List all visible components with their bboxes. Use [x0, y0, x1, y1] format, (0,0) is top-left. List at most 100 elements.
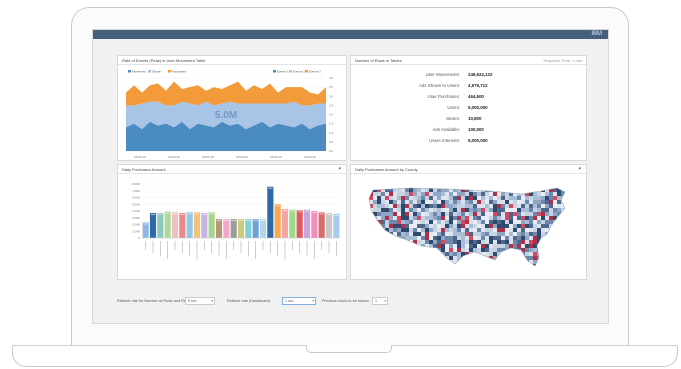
county-cell — [397, 196, 402, 201]
county-cell — [409, 196, 414, 201]
county-cell — [481, 196, 486, 201]
county-cell — [521, 224, 526, 229]
county-cell — [445, 248, 450, 253]
county-cell — [369, 252, 370, 257]
county-cell — [481, 244, 486, 249]
county-cell — [517, 224, 522, 229]
us-county-map[interactable] — [351, 174, 586, 280]
county-cell — [497, 268, 501, 272]
refresh-rows-select[interactable]: 5 sec ▾ — [185, 297, 215, 305]
county-cell — [497, 200, 502, 205]
y-tick-label: 2.5 — [329, 103, 334, 107]
county-cell — [445, 220, 450, 225]
county-cell — [413, 224, 418, 229]
county-cell — [417, 192, 422, 197]
county-cell — [557, 192, 562, 197]
county-cell — [369, 232, 374, 237]
county-cell — [501, 216, 506, 221]
stat-value: 10,800 — [468, 116, 482, 121]
county-cell — [565, 256, 569, 260]
county-cell — [469, 204, 474, 209]
previous-hours-select[interactable]: 1 ▾ — [372, 297, 388, 305]
county-cell — [441, 200, 446, 205]
panel-menu-icon[interactable]: ▾ — [338, 166, 341, 172]
county-cell — [405, 232, 410, 237]
county-cell — [437, 232, 442, 237]
y-tick-label: 0.0 — [329, 149, 334, 153]
county-cell — [485, 208, 490, 213]
county-cell — [389, 252, 394, 257]
county-cell — [461, 248, 466, 253]
county-cell — [385, 252, 390, 257]
county-cell — [369, 240, 370, 245]
county-cell — [529, 196, 534, 201]
county-cell — [505, 264, 510, 266]
panel-menu-icon[interactable]: ▾ — [578, 166, 581, 172]
county-cell — [441, 220, 446, 225]
county-cell — [433, 208, 438, 213]
county-cell — [549, 248, 554, 253]
county-cell — [429, 228, 434, 233]
county-cell — [477, 196, 482, 201]
county-cell — [381, 188, 386, 189]
county-cell — [397, 228, 402, 233]
dashboard-screen: IBM Rate of Events (Peak) in User Moveme… — [92, 29, 609, 324]
county-cell — [557, 268, 561, 272]
county-cell — [417, 208, 422, 213]
county-cell — [385, 200, 390, 205]
county-cell — [457, 268, 461, 272]
county-cell — [553, 228, 558, 233]
county-cell — [509, 252, 514, 257]
county-cell — [401, 220, 406, 225]
panel-title: Number of Rows in Tables — [355, 58, 402, 63]
county-cell — [529, 204, 534, 209]
snapshot-info: Snapshot Time: 1 min — [543, 58, 582, 63]
county-cell — [429, 188, 434, 189]
county-cell — [393, 200, 398, 205]
refresh-dashboard-select[interactable]: 1 sec ▾ — [282, 297, 316, 305]
county-cell — [501, 236, 506, 241]
county-cell — [429, 192, 434, 197]
county-cell — [549, 212, 554, 217]
county-cell — [393, 256, 398, 261]
county-cell — [453, 192, 458, 197]
county-cell — [429, 208, 434, 213]
legend-swatch — [273, 70, 276, 73]
county-cell — [393, 240, 398, 245]
county-cell — [457, 220, 462, 225]
county-cell — [417, 264, 422, 266]
county-cell — [465, 192, 470, 197]
bar-value-tag — [150, 214, 156, 216]
county-cell — [393, 220, 398, 225]
county-cell — [565, 208, 569, 212]
county-cell — [481, 228, 486, 233]
county-cell — [469, 192, 474, 197]
county-cell — [565, 200, 569, 204]
county-cell — [397, 212, 402, 217]
county-cell — [393, 244, 398, 249]
county-cell — [537, 264, 542, 266]
stat-value: 4,979,712 — [468, 83, 488, 88]
select-value: 1 sec — [285, 299, 294, 303]
county-cell — [553, 248, 558, 253]
y-tick-label: 6.00K — [132, 196, 140, 200]
county-cell — [421, 188, 426, 189]
county-cell — [545, 220, 550, 225]
county-cell — [565, 268, 569, 272]
county-cell — [461, 188, 466, 193]
county-cell — [385, 220, 390, 225]
county-cell — [369, 244, 374, 249]
county-cell — [477, 264, 482, 266]
bar-value-tag — [282, 209, 288, 211]
county-cell — [433, 228, 438, 233]
county-cell — [469, 208, 474, 213]
county-cell — [489, 196, 494, 201]
county-cell — [489, 212, 494, 217]
county-cell — [405, 208, 410, 213]
county-cell — [481, 268, 485, 272]
county-cell — [437, 228, 442, 233]
county-cell — [473, 260, 478, 265]
stat-label: Stores: — [446, 116, 460, 121]
county-cell — [413, 212, 418, 217]
county-cell — [425, 264, 430, 266]
